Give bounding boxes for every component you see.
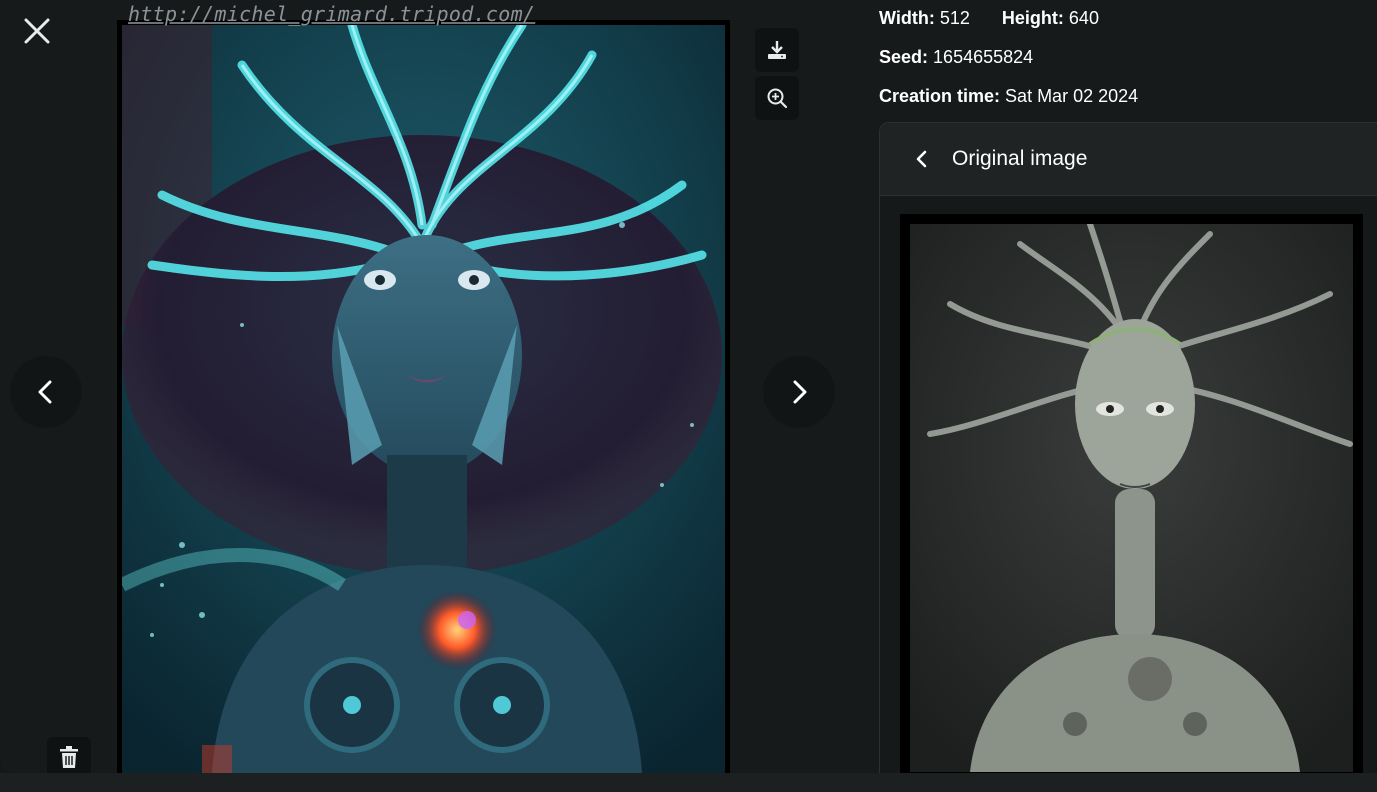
close-button[interactable] — [18, 12, 56, 50]
generated-image-frame — [117, 20, 730, 773]
download-button[interactable] — [755, 28, 799, 72]
height-label: Height: — [1001, 8, 1064, 28]
delete-button[interactable] — [47, 737, 91, 773]
original-image-header: Original image — [880, 123, 1377, 196]
previous-image-button[interactable] — [10, 356, 82, 428]
height-value: 640 — [1068, 8, 1099, 28]
chevron-left-icon — [916, 150, 927, 168]
original-image-frame — [900, 214, 1363, 773]
width-label: Width: — [879, 8, 935, 28]
bottom-strip — [0, 773, 1377, 792]
close-icon — [24, 18, 50, 44]
width-value: 512 — [939, 8, 970, 28]
creation-time: Creation time: Sat Mar 02 2024 — [879, 86, 1138, 107]
chevron-right-icon — [793, 380, 807, 404]
creation-time-label: Creation time: — [879, 86, 1001, 106]
generated-image — [122, 25, 725, 773]
original-image-panel: Original image — [879, 122, 1377, 773]
image-dimensions: Width: 512 Height: 640 — [879, 8, 1099, 29]
image-viewer: http://michel_grimard.tripod.com/ Width:… — [0, 0, 1377, 773]
zoom-in-button[interactable] — [755, 76, 799, 120]
chevron-left-icon — [38, 380, 52, 404]
original-image — [910, 224, 1353, 772]
image-seed: Seed: 1654655824 — [879, 47, 1033, 68]
seed-value: 1654655824 — [933, 47, 1034, 67]
original-image-title: Original image — [952, 147, 1088, 170]
watermark-text: http://michel_grimard.tripod.com/ — [128, 2, 536, 26]
creation-time-value: Sat Mar 02 2024 — [1005, 86, 1139, 106]
trash-icon — [60, 746, 78, 768]
seed-label: Seed: — [879, 47, 929, 67]
download-icon — [768, 41, 786, 59]
original-image-back-button[interactable] — [908, 145, 936, 173]
zoom-in-icon — [767, 88, 788, 109]
next-image-button[interactable] — [763, 356, 835, 428]
